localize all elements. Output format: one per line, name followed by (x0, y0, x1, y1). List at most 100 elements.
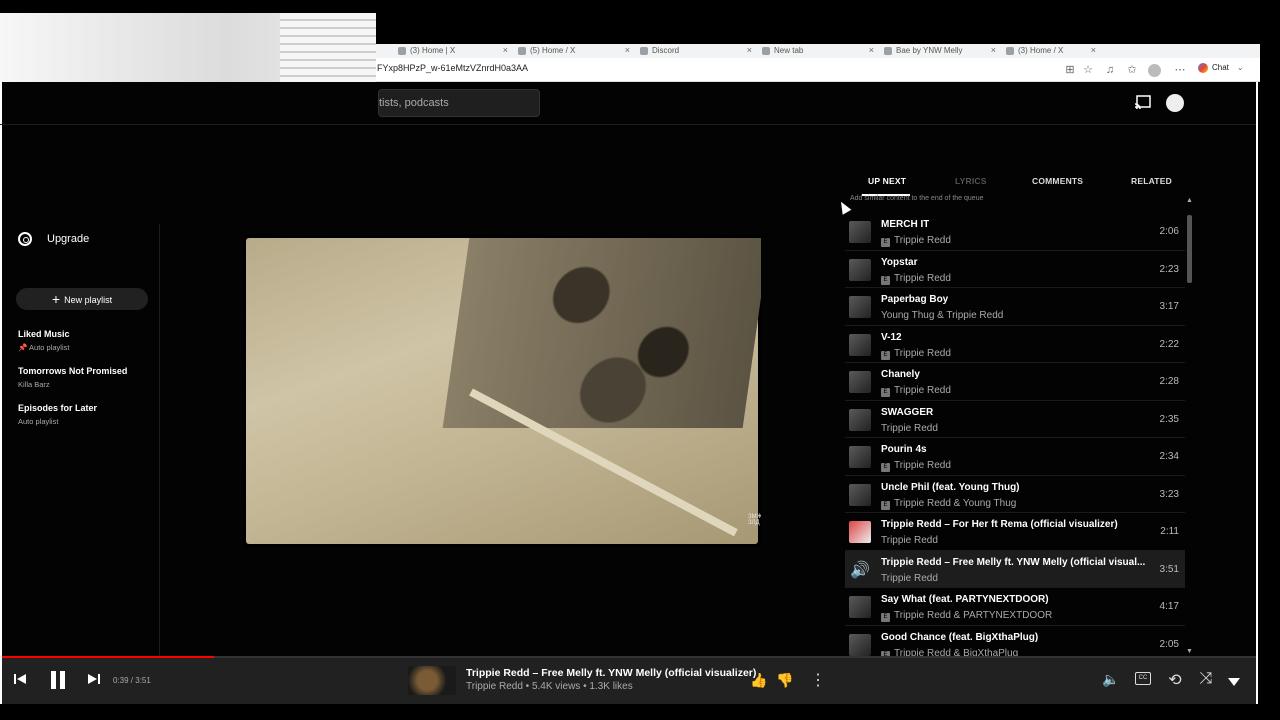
pause-button[interactable] (47, 669, 69, 691)
track-duration: 4:17 (1159, 601, 1179, 612)
playlist-item[interactable]: Episodes for Later Auto playlist (18, 403, 158, 426)
close-icon[interactable]: × (991, 45, 996, 55)
pin-icon: 📌 (18, 343, 30, 352)
track-title: MERCH IT (881, 219, 930, 230)
more-menu-icon[interactable]: ⋯ (1172, 62, 1188, 78)
tab-comments[interactable]: COMMENTS (1032, 176, 1083, 186)
track-artist: Trippie Redd (881, 535, 938, 546)
queue-item[interactable]: Good Chance (feat. BigXthaPlug) E Trippie … (845, 626, 1185, 657)
browser-tab-strip: (3) Home | X × (5) Home / X × Discord × New… (376, 44, 1260, 58)
close-icon[interactable]: × (869, 45, 874, 55)
queue-item[interactable]: Chanely E Trippie Redd 2:28 (845, 363, 1185, 401)
captions-icon[interactable]: CC (1135, 672, 1151, 685)
track-duration: 2:22 (1159, 338, 1179, 350)
playlist-item[interactable]: Tomorrows Not Promised Killa Barz (18, 366, 158, 389)
queue-item[interactable]: Pourin 4s E Trippie Redd 2:34 (845, 438, 1185, 476)
track-title: Paperbag Boy (881, 294, 949, 305)
browser-tab[interactable]: Bae by YNW Melly × (878, 44, 1000, 58)
queue-item[interactable]: V-12 E Trippie Redd 2:22 (845, 326, 1185, 363)
apps-icon[interactable]: ⊞ (1062, 62, 1078, 78)
playlist-item[interactable]: Liked Music 📌 Auto playlist (18, 329, 158, 352)
expand-player-icon[interactable] (1227, 674, 1241, 686)
track-thumbnail (849, 596, 871, 618)
queue-item[interactable]: SWAGGER Trippie Redd 2:35 (845, 401, 1185, 438)
dislike-icon[interactable]: 👎 (776, 672, 793, 689)
sidebar-item-label: Upgrade (47, 233, 90, 245)
sidebar-item-upgrade[interactable]: Upgrade (18, 232, 89, 248)
queue-scrollbar-thumb[interactable] (1187, 215, 1192, 283)
close-icon[interactable]: × (503, 45, 508, 55)
browser-tab-label: New tab (774, 46, 804, 55)
now-playing-subtitle[interactable]: Trippie Redd • 5.4K views • 1.3K likes (466, 681, 633, 692)
track-title: Chanely (881, 369, 920, 380)
track-duration: 3:51 (1159, 563, 1179, 575)
track-thumbnail (849, 333, 871, 356)
copilot-chat-button[interactable]: Chat ⌄ (1198, 63, 1244, 73)
more-options-icon[interactable]: ⋮ (810, 670, 826, 690)
playback-time: 0:39 / 3:51 (113, 676, 151, 685)
favorite-star-icon[interactable]: ☆ (1080, 62, 1096, 78)
browser-tab-label: (3) Home / X (1018, 46, 1064, 55)
tab-lyrics[interactable]: LYRICS (955, 176, 987, 186)
queue-item[interactable]: Paperbag Boy Young Thug & Trippie Redd 3:1… (845, 288, 1185, 326)
track-artist: Trippie Redd & Young Thug (894, 497, 1017, 509)
browser-tab[interactable]: Discord × (634, 44, 756, 58)
playlist-title: Episodes for Later (18, 403, 98, 413)
repeat-icon[interactable]: ⟲ (1166, 670, 1184, 690)
queue-list: MERCH IT E Trippie Redd 2:06 Yopstar E Trippi… (845, 213, 1185, 657)
browser-tab[interactable]: New tab × (756, 44, 878, 58)
account-avatar-icon[interactable] (1166, 94, 1184, 112)
volume-icon[interactable]: 🔈 (1102, 671, 1120, 688)
track-duration: 2:34 (1159, 451, 1179, 462)
cast-icon[interactable] (1134, 95, 1152, 111)
scroll-up-icon[interactable]: ▲ (1186, 197, 1193, 204)
now-playing-title[interactable]: Trippie Redd – Free Melly ft. YNW Melly … (466, 667, 756, 679)
tab-related[interactable]: RELATED (1131, 176, 1172, 186)
sidebar: Upgrade + New playlist Liked Music 📌 Auto… (2, 224, 160, 657)
queue-item[interactable]: Yopstar E Trippie Redd 2:23 (845, 251, 1185, 288)
queue-item[interactable]: Trippie Redd – For Her ft Rema (official… (845, 513, 1185, 551)
queue-item[interactable]: MERCH IT E Trippie Redd 2:06 (845, 213, 1185, 251)
previous-track-icon[interactable] (12, 672, 28, 688)
close-icon[interactable]: × (1091, 45, 1096, 55)
track-duration: 3:23 (1159, 488, 1179, 500)
close-icon[interactable]: × (747, 45, 752, 55)
shuffle-icon[interactable]: ⤨ (1197, 670, 1215, 688)
video-player[interactable]: ЗМЖ ЗЛД (243, 235, 761, 547)
queue-note[interactable]: Add similar content to the end of the qu… (850, 195, 983, 202)
close-icon[interactable]: × (625, 45, 630, 55)
now-playing-thumbnail[interactable] (408, 666, 456, 695)
browser-address-bar: FYxp8HPzP_w-61eMtzVZnrdH0a3AA ⊞ ☆ ♫ ✩ ⋯ … (376, 58, 1260, 82)
scroll-down-icon[interactable]: ▼ (1186, 648, 1193, 655)
queue-scrollbar[interactable]: ▲ ▼ (1186, 197, 1193, 655)
browser-tab[interactable]: (3) Home / X × (1000, 44, 1100, 58)
track-thumbnail (849, 633, 871, 656)
track-title: V-12 (881, 331, 902, 343)
explicit-badge: E (881, 275, 890, 285)
queue-item[interactable]: Uncle Phil (feat. Young Thug) E Trippie Re… (845, 476, 1185, 513)
queue-item-now-playing[interactable]: 🔊 Trippie Redd – Free Melly ft. YNW Melly… (845, 550, 1185, 588)
next-track-icon[interactable] (86, 672, 102, 688)
search-input[interactable]: tists, podcasts (378, 89, 540, 117)
plus-icon: + (51, 291, 61, 307)
like-icon[interactable]: 👍 (750, 672, 767, 689)
track-title: Good Chance (feat. BigXthaPlug) (881, 631, 1039, 643)
queue-item[interactable]: Say What (feat. PARTYNEXTDOOR) E Trippie R… (845, 588, 1185, 626)
browser-tab-label: Bae by YNW Melly (896, 46, 963, 55)
track-title: Pourin 4s (881, 444, 927, 455)
profile-avatar-icon[interactable] (1148, 64, 1161, 77)
video-frame (246, 238, 761, 544)
url-field[interactable]: FYxp8HPzP_w-61eMtzVZnrdH0a3AA (377, 63, 528, 73)
track-duration: 2:23 (1159, 263, 1179, 275)
browser-tab[interactable]: (3) Home | X × (392, 44, 512, 58)
favorites-icon[interactable]: ✩ (1124, 62, 1140, 78)
track-duration: 2:06 (1159, 226, 1179, 237)
tab-up-next[interactable]: UP NEXT (868, 176, 906, 186)
new-playlist-button[interactable]: + New playlist (16, 288, 148, 310)
track-thumbnail (849, 521, 871, 543)
video-watermark: ЗМЖ ЗЛД (748, 514, 761, 526)
extension-icon[interactable]: ♫ (1102, 62, 1118, 78)
track-title: Yopstar (881, 256, 918, 268)
browser-tab[interactable]: (5) Home / X × (512, 44, 634, 58)
track-title: Uncle Phil (feat. Young Thug) (881, 481, 1020, 493)
